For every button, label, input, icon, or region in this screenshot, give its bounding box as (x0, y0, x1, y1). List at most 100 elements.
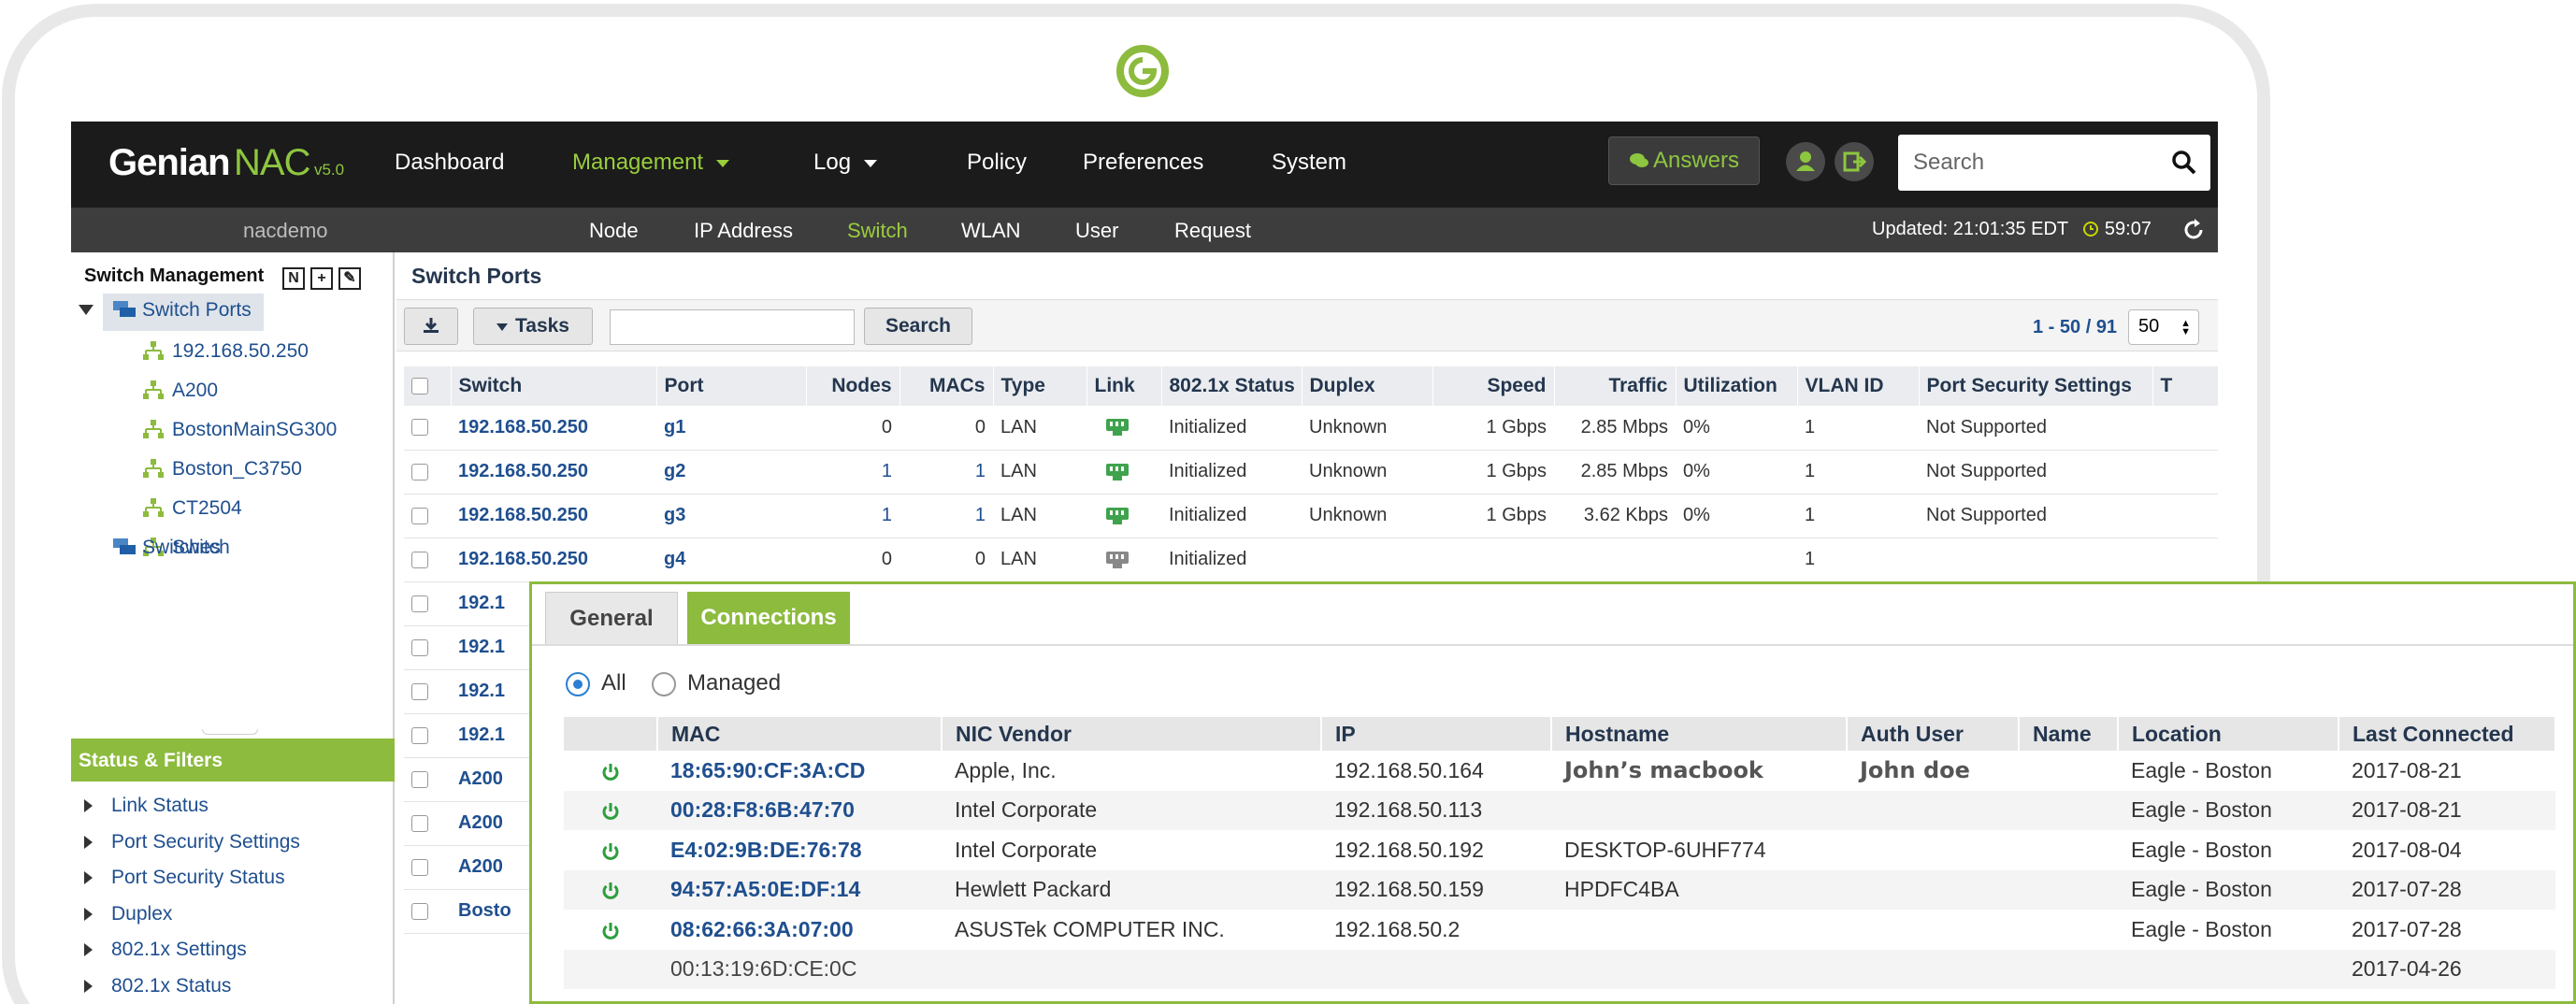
add-button[interactable]: + (310, 267, 333, 290)
nav-item-policy[interactable]: Policy (967, 150, 1027, 176)
cell-mac[interactable]: 00:13:19:6D:CE:0C (657, 949, 942, 989)
cell-switch[interactable]: 192.168.50.250 (451, 450, 656, 495)
radio-all[interactable]: All (566, 670, 626, 696)
tree-item-switches[interactable]: Switches (112, 537, 221, 559)
tree-item-switch[interactable]: CT2504 (142, 497, 242, 520)
nav-item-log[interactable]: Log (813, 150, 878, 176)
filter-item[interactable]: 802.1x Settings (84, 939, 247, 961)
logout-button[interactable] (1835, 142, 1874, 181)
filter-item[interactable]: Link Status (84, 795, 209, 817)
radio-managed[interactable]: Managed (652, 670, 781, 696)
column-header[interactable]: Last Connected (2339, 717, 2556, 751)
table-search-button[interactable]: Search (864, 308, 972, 345)
row-checkbox[interactable] (411, 858, 428, 876)
column-header[interactable]: VLAN ID (1797, 366, 1920, 406)
table-row[interactable]: 192.168.50.250 g2 1 1 LAN Initialized Unknown 1… (404, 450, 2218, 495)
column-header[interactable]: IP (1321, 717, 1552, 751)
download-button[interactable] (404, 308, 458, 345)
column-header[interactable]: Traffic (1554, 366, 1677, 406)
tab-connections[interactable]: Connections (687, 592, 850, 644)
row-checkbox[interactable] (411, 726, 428, 744)
cell-mac[interactable]: 08:62:66:3A:07:00 (657, 910, 942, 950)
filter-item[interactable]: Port Security Status (84, 867, 285, 889)
subnav-item-ip-address[interactable]: IP Address (694, 219, 793, 243)
cell-mac[interactable]: 94:57:A5:0E:DF:14 (657, 869, 942, 910)
current-user[interactable]: nacdemo (243, 219, 328, 243)
refresh-icon[interactable] (2180, 217, 2207, 243)
connection-row[interactable]: 00:28:F8:6B:47:70 Intel Corporate 192.168.… (564, 790, 2555, 830)
filter-item[interactable]: 802.1x Status (84, 975, 231, 997)
subnav-item-node[interactable]: Node (589, 219, 639, 243)
cell-mac[interactable]: E4:02:9B:DE:76:78 (657, 830, 942, 870)
table-search-input[interactable] (610, 309, 855, 345)
table-row[interactable]: 192.168.50.250 g4 0 0 LAN Initialized 1 (404, 538, 2218, 582)
column-header[interactable]: NIC Vendor (942, 717, 1322, 751)
tab-general[interactable]: General (545, 592, 678, 644)
cell-port[interactable]: g1 (656, 406, 806, 451)
cell-port[interactable]: g3 (656, 494, 806, 538)
row-checkbox[interactable] (411, 638, 428, 656)
brand-logo[interactable]: Genian NAC v5.0 (108, 142, 344, 187)
tree-item-switch[interactable]: A200 (142, 380, 218, 402)
row-checkbox[interactable] (411, 770, 428, 788)
row-checkbox[interactable] (411, 595, 428, 612)
subnav-item-switch[interactable]: Switch (847, 219, 908, 243)
sidebar-splitter-handle[interactable] (202, 729, 258, 735)
column-header[interactable]: Port Security Settings (1919, 366, 2153, 406)
page-size-select[interactable]: 50 ▲ ▼ (2128, 309, 2199, 345)
column-header[interactable]: MACs (899, 366, 994, 406)
edit-button[interactable]: ✎ (338, 267, 361, 290)
select-all-checkbox[interactable] (411, 378, 428, 395)
cell-switch[interactable]: 192.168.50.250 (451, 494, 656, 538)
column-header[interactable]: Link (1087, 366, 1162, 406)
cell-switch[interactable]: 192.168.50.250 (451, 538, 656, 582)
row-checkbox[interactable] (411, 814, 428, 832)
connection-row[interactable]: 08:62:66:3A:07:00 ASUSTek COMPUTER INC. 19… (564, 910, 2555, 950)
tasks-button[interactable]: Tasks (473, 308, 593, 345)
column-header[interactable]: MAC (657, 717, 943, 751)
nav-item-system[interactable]: System (1272, 150, 1346, 176)
new-switch-button[interactable]: N (282, 267, 305, 290)
column-header[interactable] (564, 717, 658, 751)
table-row[interactable]: 192.168.50.250 g1 0 0 LAN Initialized Unknown 1… (404, 406, 2218, 451)
cell-port[interactable]: g2 (656, 450, 806, 495)
nav-item-management[interactable]: Management (572, 150, 730, 176)
column-header[interactable]: T (2152, 366, 2218, 406)
row-checkbox[interactable] (411, 463, 428, 480)
filter-item[interactable]: Duplex (84, 903, 172, 925)
column-header[interactable]: Switch (451, 366, 657, 406)
connection-row[interactable]: 18:65:90:CF:3A:CD Apple, Inc. 192.168.50.1… (564, 751, 2555, 791)
cell-mac[interactable]: 18:65:90:CF:3A:CD (657, 751, 942, 791)
subnav-item-request[interactable]: Request (1174, 219, 1251, 243)
tree-item-switch[interactable]: 192.168.50.250 (142, 340, 309, 363)
column-header[interactable]: Type (993, 366, 1087, 406)
row-checkbox[interactable] (411, 902, 428, 920)
connection-row[interactable]: E4:02:9B:DE:76:78 Intel Corporate 192.168.… (564, 830, 2555, 870)
tree-item-switch-ports[interactable]: Switch Ports (112, 299, 252, 322)
column-header[interactable]: Speed (1432, 366, 1555, 406)
column-header[interactable]: Nodes (806, 366, 900, 406)
column-header[interactable]: 802.1x Status (1161, 366, 1302, 406)
nav-item-preferences[interactable]: Preferences (1083, 150, 1203, 176)
row-checkbox[interactable] (411, 551, 428, 568)
user-profile-button[interactable] (1786, 142, 1825, 181)
column-header[interactable]: Auth User (1847, 717, 2020, 751)
cell-port[interactable]: g4 (656, 538, 806, 582)
search-icon[interactable] (2171, 150, 2197, 176)
row-checkbox[interactable] (411, 682, 428, 700)
nav-item-dashboard[interactable]: Dashboard (395, 150, 504, 176)
cell-switch[interactable]: 192.168.50.250 (451, 406, 656, 451)
column-header[interactable]: Duplex (1302, 366, 1433, 406)
row-checkbox[interactable] (411, 507, 428, 524)
tree-item-switch[interactable]: BostonMainSG300 (142, 419, 337, 441)
tree-item-switch[interactable]: Boston_C3750 (142, 458, 302, 480)
table-row[interactable]: 192.168.50.250 g3 1 1 LAN Initialized Unknown 1… (404, 494, 2218, 538)
column-header[interactable]: Hostname (1551, 717, 1848, 751)
column-header[interactable]: Name (2019, 717, 2119, 751)
cell-mac[interactable]: 00:28:F8:6B:47:70 (657, 790, 942, 830)
row-checkbox[interactable] (411, 419, 428, 437)
subnav-item-user[interactable]: User (1075, 219, 1118, 243)
chevron-down-icon[interactable] (79, 305, 94, 316)
filter-item[interactable]: Port Security Settings (84, 831, 300, 853)
connection-row[interactable]: 00:13:19:6D:CE:0C 2017-04-26 (564, 949, 2555, 989)
